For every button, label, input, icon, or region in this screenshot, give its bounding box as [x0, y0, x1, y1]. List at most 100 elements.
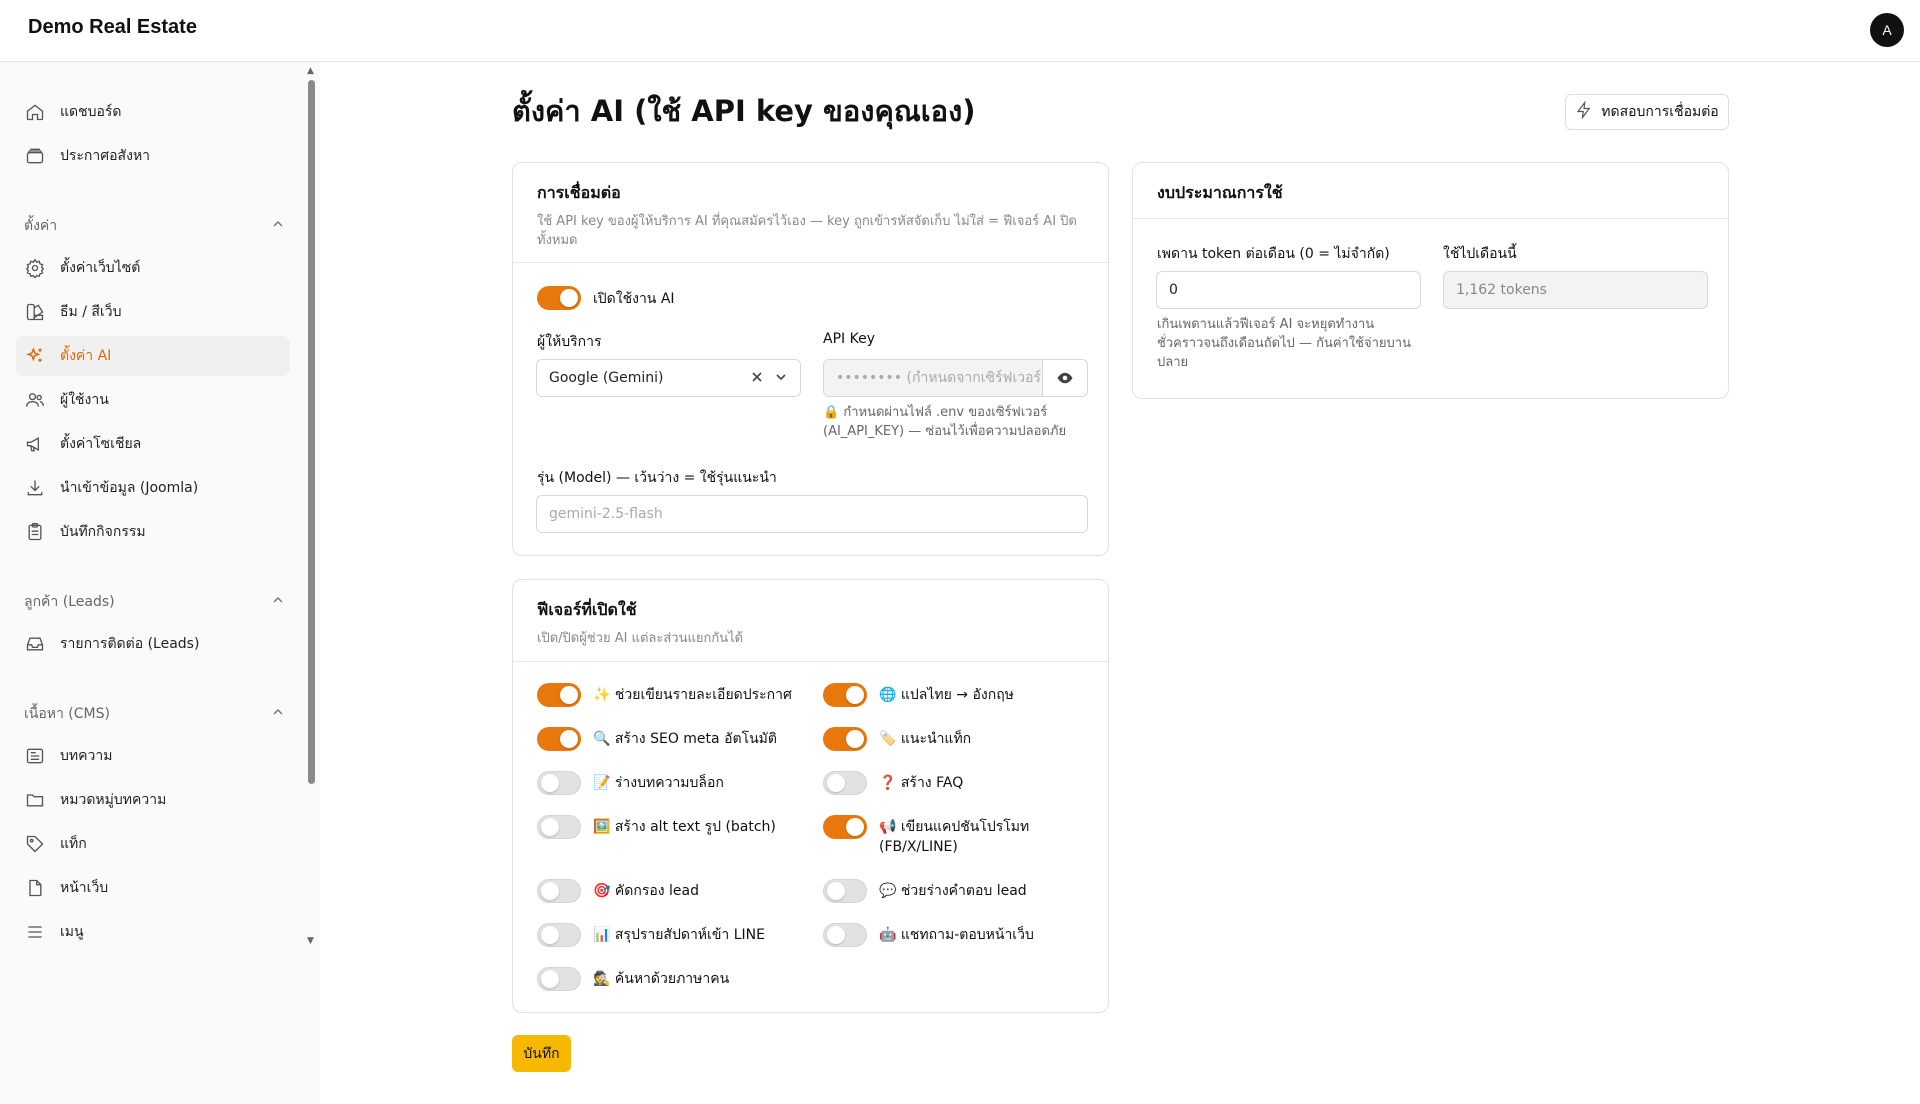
enable-ai-label: เปิดใช้งาน AI — [593, 291, 675, 307]
provider-label: ผู้ให้บริการ — [537, 334, 602, 350]
enable-ai-toggle[interactable] — [537, 286, 581, 310]
sidebar-item-leads-list[interactable]: รายการติดต่อ (Leads) — [16, 624, 290, 664]
feature-toggle[interactable] — [537, 967, 581, 991]
sidebar-item-label: เมนู — [60, 924, 84, 940]
features-subtitle: เปิด/ปิดผู้ช่วย AI แต่ละส่วนแยกกันได้ — [537, 631, 744, 646]
sidebar-item-label: ประกาศอสังหา — [60, 148, 151, 164]
test-connection-label: ทดสอบการเชื่อมต่อ — [1601, 104, 1719, 120]
megaphone-icon — [24, 433, 46, 455]
sidebar-item-label: หมวดหมู่บทความ — [60, 792, 167, 808]
test-connection-button[interactable]: ทดสอบการเชื่อมต่อ — [1565, 94, 1729, 130]
sidebar-item-theme[interactable]: ธีม / สีเว็บ — [16, 292, 290, 332]
api-key-hint: 🔒 กำหนดผ่านไฟล์ .env ของเซิร์ฟเวอร์ (AI_… — [823, 405, 1067, 439]
group-label: ลูกค้า (Leads) — [24, 594, 115, 610]
feature-toggle[interactable] — [537, 683, 581, 707]
budget-title: งบประมาณการใช้ — [1157, 183, 1283, 202]
eye-icon[interactable] — [1042, 360, 1087, 396]
feature-toggle[interactable] — [823, 815, 867, 839]
sidebar-item-categories[interactable]: หมวดหมู่บทความ — [16, 780, 290, 820]
api-key-label: API Key — [823, 331, 875, 347]
sidebar-item-label: แท็ก — [60, 836, 87, 852]
sidebar-group-leads[interactable]: ลูกค้า (Leads) — [24, 591, 290, 613]
sidebar-item-activity-log[interactable]: บันทึกกิจกรรม — [16, 512, 290, 552]
feature-toggle[interactable] — [537, 815, 581, 839]
token-limit-input[interactable]: 0 — [1156, 271, 1421, 309]
user-avatar[interactable]: A — [1870, 13, 1904, 47]
feature-toggle[interactable] — [537, 727, 581, 751]
sidebar-item-label: นำเข้าข้อมูล (Joomla) — [60, 480, 199, 496]
usage-label: ใช้ไปเดือนนี้ — [1443, 246, 1517, 262]
sidebar-item-label: ตั้งค่า AI — [60, 348, 112, 364]
lightning-icon — [1575, 100, 1593, 123]
inbox-icon — [24, 633, 46, 655]
feature-toggle[interactable] — [537, 771, 581, 795]
sidebar-item-social[interactable]: ตั้งค่าโซเชียล — [16, 424, 290, 464]
feature-label: 🖼️ สร้าง alt text รูป (batch) — [593, 819, 776, 835]
features-card: ฟีเจอร์ที่เปิดใช้ เปิด/ปิดผู้ช่วย AI แต่… — [512, 579, 1109, 1013]
model-placeholder: gemini-2.5-flash — [549, 506, 663, 522]
sidebar-group-settings[interactable]: ตั้งค่า — [24, 215, 290, 237]
sidebar-item-users[interactable]: ผู้ใช้งาน — [16, 380, 290, 420]
provider-select[interactable]: Google (Gemini) — [536, 359, 801, 397]
folder-icon — [24, 789, 46, 811]
api-key-input[interactable]: •••••••• (กำหนดจากเซิร์ฟเวอร์) — [823, 359, 1088, 397]
sidebar-item-label: บันทึกกิจกรรม — [60, 524, 146, 540]
feature-label: 📝 ร่างบทความบล็อก — [593, 775, 724, 791]
feature-toggle[interactable] — [823, 879, 867, 903]
sidebar-item-label: รายการติดต่อ (Leads) — [60, 636, 200, 652]
gear-icon — [24, 257, 46, 279]
tag-icon — [24, 833, 46, 855]
chevron-up-icon — [272, 594, 284, 610]
sidebar-item-pages[interactable]: หน้าเว็บ — [16, 868, 290, 908]
sidebar-group-cms[interactable]: เนื้อหา (CMS) — [24, 703, 290, 725]
sidebar-item-articles[interactable]: บทความ — [16, 736, 290, 776]
feature-label: 📢 เขียนแคปชันโปรโมท (FB/X/LINE) — [879, 819, 1030, 855]
feature-toggle[interactable] — [823, 771, 867, 795]
sidebar-item-menu[interactable]: เมนู — [16, 912, 290, 952]
sparkles-icon — [24, 345, 46, 367]
sidebar-item-label: ผู้ใช้งาน — [60, 392, 109, 408]
download-icon — [24, 477, 46, 499]
sidebar-scrollbar[interactable] — [308, 80, 315, 784]
palette-icon — [24, 301, 46, 323]
sidebar-item-dashboard[interactable]: แดชบอร์ด — [16, 92, 290, 132]
group-label: เนื้อหา (CMS) — [24, 706, 110, 722]
sidebar-item-site-settings[interactable]: ตั้งค่าเว็บไซต์ — [16, 248, 290, 288]
clear-icon[interactable] — [750, 370, 764, 388]
chevron-down-icon[interactable] — [774, 370, 788, 388]
users-icon — [24, 389, 46, 411]
feature-toggle[interactable] — [537, 923, 581, 947]
sidebar-item-label: ตั้งค่าโซเชียล — [60, 436, 142, 452]
model-label: รุ่น (Model) — เว้นว่าง = ใช้รุ่นแนะนำ — [537, 470, 777, 486]
sidebar-item-import[interactable]: นำเข้าข้อมูล (Joomla) — [16, 468, 290, 508]
sidebar-item-tags[interactable]: แท็ก — [16, 824, 290, 864]
connection-title: การเชื่อมต่อ — [537, 183, 621, 202]
newspaper-icon — [24, 745, 46, 767]
box-icon — [24, 145, 46, 167]
feature-label: 🕵️ ค้นหาด้วยภาษาคน — [593, 971, 730, 987]
sidebar-item-listings[interactable]: ประกาศอสังหา — [16, 136, 290, 176]
feature-label: 🌐 แปลไทย → อังกฤษ — [879, 687, 1014, 703]
sidebar-item-label: หน้าเว็บ — [60, 880, 109, 896]
save-button[interactable]: บันทึก — [512, 1035, 571, 1072]
feature-toggle[interactable] — [823, 727, 867, 751]
chevron-up-icon — [272, 218, 284, 234]
api-key-placeholder: •••••••• (กำหนดจากเซิร์ฟเวอร์) — [836, 370, 1047, 386]
scroll-up-arrow[interactable]: ▲ — [307, 66, 314, 76]
sidebar-item-label: ธีม / สีเว็บ — [60, 304, 122, 320]
model-input[interactable]: gemini-2.5-flash — [536, 495, 1088, 533]
connection-subtitle: ใช้ API key ของผู้ให้บริการ AI ที่คุณสมั… — [537, 214, 1077, 248]
menu-icon — [24, 921, 46, 943]
top-bar: Demo Real Estate A — [0, 0, 1920, 62]
budget-card: งบประมาณการใช้ เพดาน token ต่อเดือน (0 =… — [1132, 162, 1729, 399]
sidebar: แดชบอร์ด ประกาศอสังหา ตั้งค่า ตั้งค่าเว็… — [0, 62, 320, 1104]
sidebar-item-ai-settings[interactable]: ตั้งค่า AI — [16, 336, 290, 376]
brand-title[interactable]: Demo Real Estate — [28, 16, 197, 39]
feature-toggle[interactable] — [823, 683, 867, 707]
connection-card: การเชื่อมต่อ ใช้ API key ของผู้ให้บริการ… — [512, 162, 1109, 556]
sidebar-item-label: ตั้งค่าเว็บไซต์ — [60, 260, 141, 276]
scroll-down-arrow[interactable]: ▼ — [307, 936, 314, 946]
feature-toggle[interactable] — [537, 879, 581, 903]
feature-toggle[interactable] — [823, 923, 867, 947]
feature-label: 🔍 สร้าง SEO meta อัตโนมัติ — [593, 731, 777, 747]
